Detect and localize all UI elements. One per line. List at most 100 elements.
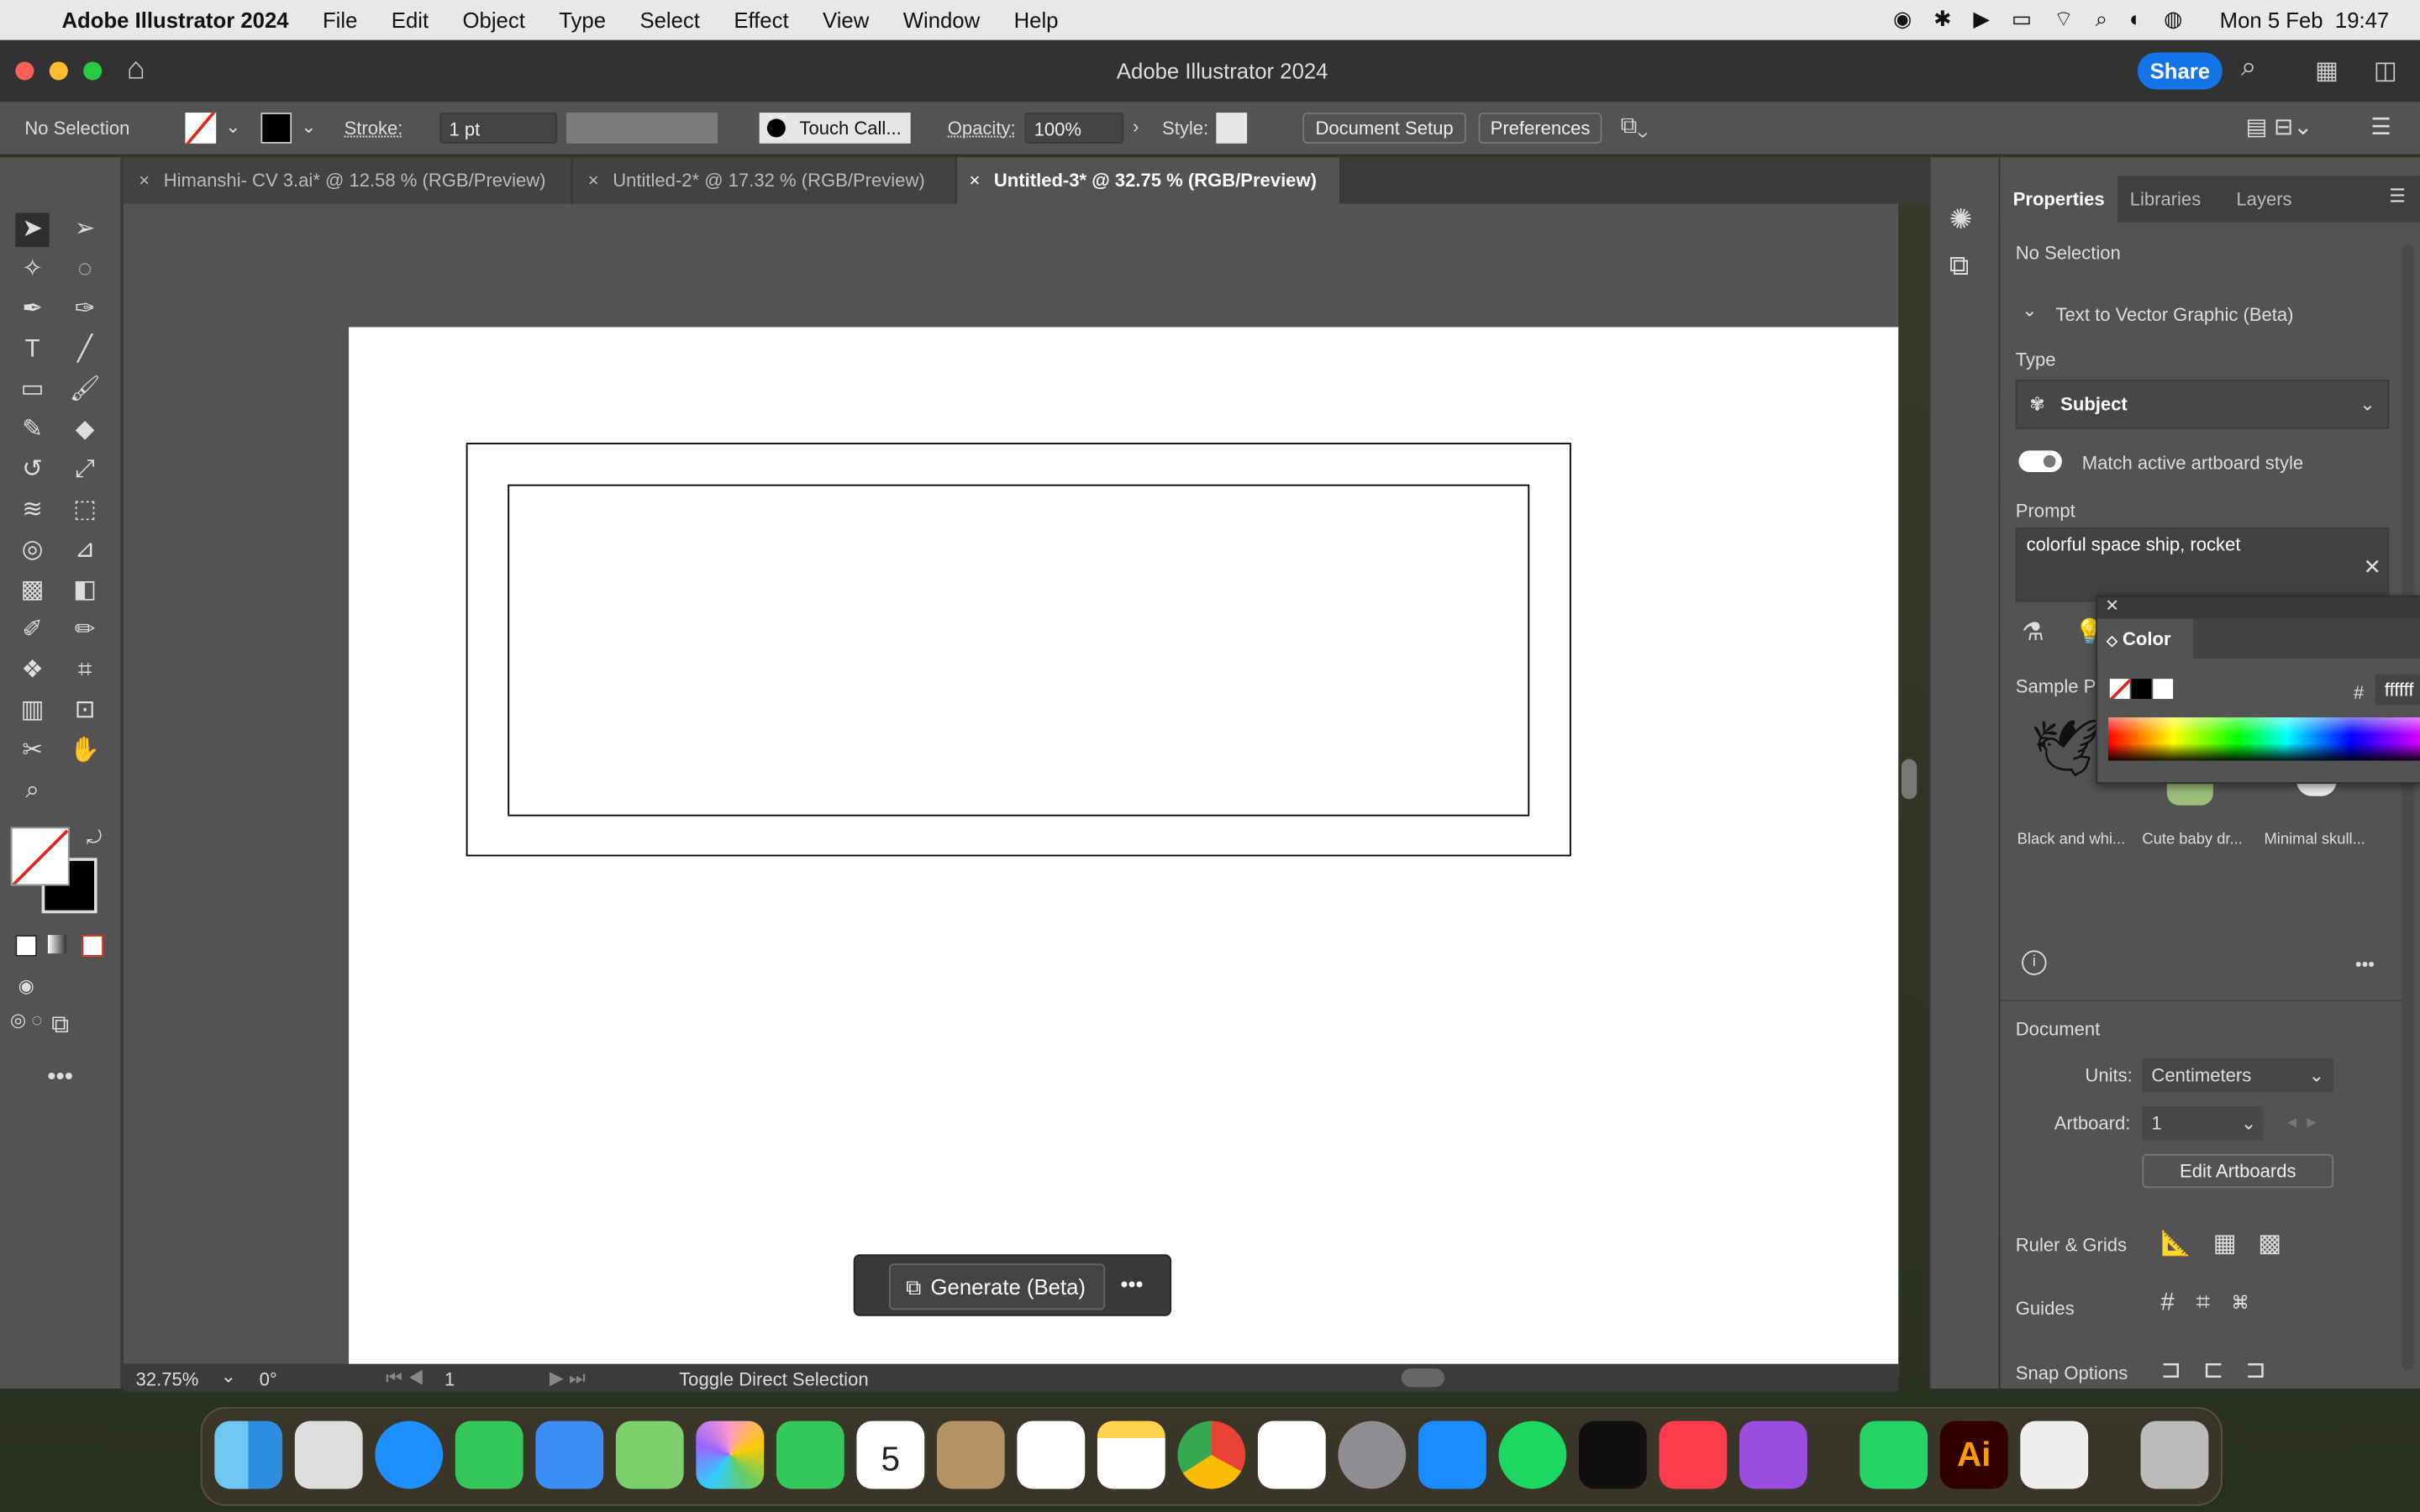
music-icon[interactable] <box>1659 1420 1728 1489</box>
menu-edit[interactable]: Edit <box>392 8 429 32</box>
artboard-number[interactable]: 1 <box>445 1368 455 1390</box>
rotation-value[interactable]: 0° <box>260 1368 277 1390</box>
gradient-icon[interactable]: ◧ <box>68 574 102 607</box>
swatch-none[interactable] <box>2109 679 2130 700</box>
chrome-icon[interactable] <box>1177 1420 1246 1489</box>
sample-2[interactable]: Cute baby dr... <box>2142 832 2242 848</box>
fill-swatch[interactable] <box>185 113 217 144</box>
sample-bird-thumb[interactable]: 🕊 <box>2031 716 2102 780</box>
reminders-icon[interactable] <box>1017 1420 1086 1489</box>
symbol-sprayer-icon[interactable]: ❖ <box>15 654 49 688</box>
slice-knife-icon[interactable]: ✂ <box>15 734 49 768</box>
close-icon[interactable]: × <box>139 170 150 192</box>
more-tools-icon[interactable]: ••• <box>43 1062 76 1095</box>
style-swatch[interactable] <box>1216 113 1248 144</box>
tab-layers[interactable]: Layers <box>2236 188 2291 210</box>
opacity-label[interactable]: Opacity: <box>948 118 1016 139</box>
menu-effect[interactable]: Effect <box>734 8 788 32</box>
list-icon[interactable]: ☰ <box>2370 113 2391 140</box>
pen-tool-icon[interactable]: ✒ <box>15 293 49 327</box>
selection-tool-icon[interactable]: ➤ <box>15 213 50 247</box>
edit-artboards-button[interactable]: Edit Artboards <box>2142 1153 2334 1189</box>
close-icon[interactable]: × <box>969 170 980 192</box>
color-tab[interactable]: ◇ Color <box>2097 618 2193 659</box>
safari-icon[interactable] <box>375 1420 444 1489</box>
chevron-down-icon[interactable]: ⌄ <box>301 116 316 138</box>
freeform-icon[interactable] <box>1257 1420 1326 1489</box>
artboard-select[interactable]: 1 ⌄ <box>2142 1105 2263 1141</box>
search-icon[interactable]: ⌕ <box>2241 51 2257 84</box>
finder-icon[interactable] <box>214 1420 283 1489</box>
draw-mode-icon[interactable]: ◉ ◎ ◌ <box>9 969 43 1031</box>
menu-window[interactable]: Window <box>903 8 980 32</box>
sample-3[interactable]: Minimal skull... <box>2264 832 2365 848</box>
panel-menu-icon[interactable]: ☰ <box>2389 185 2406 207</box>
align-icon[interactable]: ▤ ⊟⌄ <box>2245 113 2312 140</box>
whatsapp-icon[interactable] <box>1860 1420 1928 1489</box>
tab-untitled-2[interactable]: × Untitled-2* @ 17.32 % (RGB/Preview) <box>572 157 957 204</box>
hex-input[interactable]: ffffff <box>2375 674 2420 706</box>
eraser-icon[interactable]: ◆ <box>68 413 102 447</box>
notes-icon[interactable] <box>1097 1420 1165 1489</box>
tab-untitled-3[interactable]: × Untitled-3* @ 32.75 % (RGB/Preview) <box>956 157 1342 204</box>
swatch-black[interactable] <box>2131 679 2152 700</box>
close-icon[interactable]: × <box>588 170 599 192</box>
type-tool-icon[interactable]: T <box>15 333 49 367</box>
brush-dropdown[interactable]: Touch Call... <box>759 113 911 144</box>
line-tool-icon[interactable]: ╱ <box>68 333 102 367</box>
units-dropdown[interactable]: Centimeters ⌄ <box>2142 1058 2334 1093</box>
menu-help[interactable]: Help <box>1014 8 1059 32</box>
artboard-nav-next[interactable]: ▶ ⏭ <box>550 1367 586 1390</box>
podcasts-icon[interactable] <box>1739 1420 1807 1489</box>
generate-beta-button[interactable]: ⧉ Generate (Beta) <box>888 1263 1106 1310</box>
shaper-icon[interactable]: ✎ <box>15 413 49 447</box>
menu-app[interactable]: Adobe Illustrator 2024 <box>61 8 288 32</box>
style-picker-icon[interactable]: ⚗ <box>2022 617 2044 648</box>
free-transform-icon[interactable]: ⬚ <box>68 494 102 528</box>
warp-icon[interactable]: ≋ <box>15 494 49 528</box>
maps-icon[interactable] <box>615 1420 684 1489</box>
info-icon[interactable]: i <box>2022 950 2047 975</box>
menu-select[interactable]: Select <box>639 8 699 32</box>
canvas[interactable]: ⧉ Generate (Beta) ••• <box>123 203 1918 1377</box>
variable-width-dropdown[interactable] <box>566 113 718 144</box>
illustrator-icon[interactable]: Ai <box>1939 1420 2008 1489</box>
rotate-icon[interactable]: ↺ <box>15 454 49 487</box>
color-mode-solid[interactable] <box>15 935 38 957</box>
preferences-button[interactable]: Preferences <box>1478 113 1602 144</box>
zoom-level[interactable]: 32.75% <box>136 1368 199 1390</box>
close-icon[interactable]: ✕ <box>2105 596 2119 616</box>
app-store-icon[interactable] <box>1418 1420 1486 1489</box>
magic-wand-icon[interactable]: ✧ <box>15 253 49 286</box>
more-options-icon[interactable]: ••• <box>1120 1271 1143 1295</box>
chevron-right-icon[interactable]: › <box>1133 116 1139 138</box>
system-settings-icon[interactable] <box>1338 1420 1407 1489</box>
opacity-input[interactable]: 100% <box>1024 113 1124 144</box>
stroke-weight-input[interactable]: 1 pt <box>439 113 558 144</box>
artboard-tool-icon[interactable]: ⊡ <box>68 695 102 728</box>
screen-mode-icon[interactable]: ⧉ <box>43 1009 76 1042</box>
artboards-strip-icon[interactable]: ⧉ <box>1949 250 1970 283</box>
trash-icon[interactable] <box>2140 1420 2209 1489</box>
color-mode-gradient[interactable] <box>47 935 66 954</box>
properties-strip-icon[interactable]: ✺ <box>1949 203 1973 236</box>
direct-selection-tool-icon[interactable]: ➢ <box>68 213 102 246</box>
snap-icons[interactable]: ⊐⊏⊐ <box>2160 1355 2287 1386</box>
perspective-icon[interactable]: ⊿ <box>68 534 102 568</box>
stroke-label[interactable]: Stroke: <box>345 118 403 139</box>
match-style-toggle[interactable] <box>2018 450 2062 473</box>
menu-object[interactable]: Object <box>463 8 525 32</box>
share-button[interactable]: Share <box>2137 52 2223 90</box>
vertical-scrollbar[interactable] <box>1901 759 1918 800</box>
clear-icon[interactable]: ✕ <box>2364 554 2382 580</box>
section-title[interactable]: Text to Vector Graphic (Beta) <box>2056 304 2294 326</box>
chevron-down-icon[interactable]: ⌄ <box>221 1366 236 1388</box>
tab-libraries[interactable]: Libraries <box>2130 188 2202 210</box>
artboard-nav[interactable]: ⏮ ◀ <box>386 1367 424 1390</box>
menu-file[interactable]: File <box>323 8 357 32</box>
launchpad-icon[interactable] <box>294 1420 363 1489</box>
shape-builder-icon[interactable]: ◎ <box>15 534 49 568</box>
inner-rectangle[interactable] <box>508 484 1530 816</box>
slice-icon[interactable]: ⌗ <box>68 654 102 688</box>
calendar-icon[interactable]: 5 <box>856 1420 925 1489</box>
